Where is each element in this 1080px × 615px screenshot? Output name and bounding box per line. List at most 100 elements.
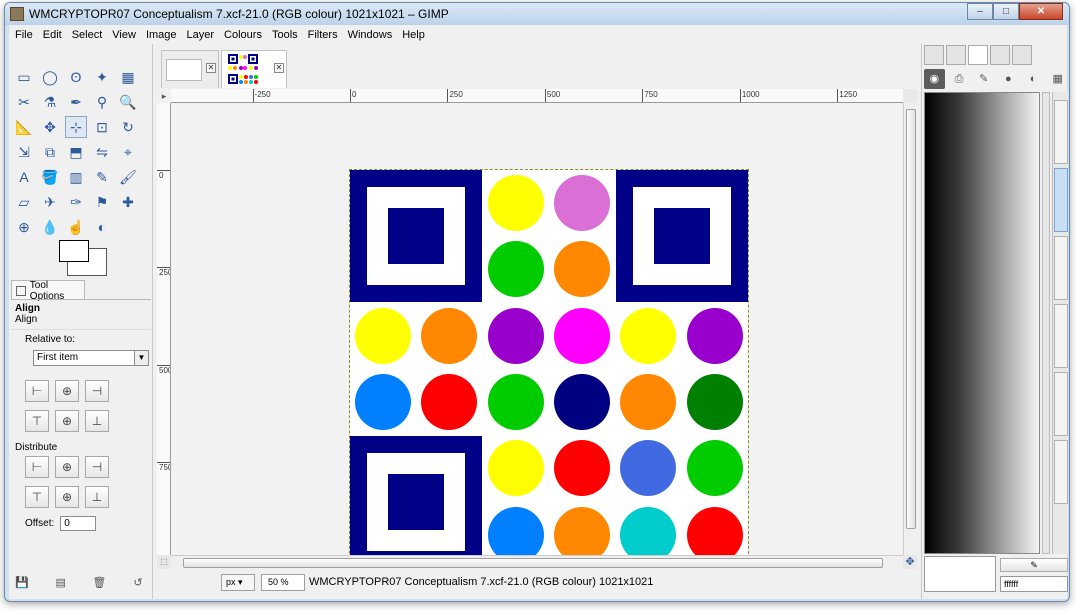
minimize-button[interactable]: – <box>967 3 993 20</box>
perspective-clone-icon[interactable]: ⊕ <box>13 216 35 238</box>
tab-paths[interactable] <box>968 45 988 65</box>
by-colour-select-icon[interactable]: ▦ <box>117 66 139 88</box>
printer-icon[interactable]: ⎙ <box>949 69 970 89</box>
restore-options-icon[interactable]: ▤ <box>54 576 68 590</box>
close-button[interactable]: ✕ <box>1019 3 1063 20</box>
offset-input[interactable]: 0 <box>60 516 97 531</box>
horizontal-scrollbar[interactable] <box>171 555 903 569</box>
rotate-icon[interactable]: ↻ <box>117 116 139 138</box>
bucket-fill-icon[interactable]: 🪣 <box>39 166 61 188</box>
foreground-color-swatch[interactable] <box>59 240 89 262</box>
menu-colours[interactable]: Colours <box>224 29 262 41</box>
hex-colour-input[interactable]: ffffff <box>1000 576 1068 592</box>
free-select-icon[interactable]: ʘ <box>65 66 87 88</box>
palette-icon[interactable]: ● <box>998 69 1019 89</box>
align-icon[interactable]: ⊹ <box>65 116 87 138</box>
navigate-icon[interactable]: ✥ <box>903 555 917 569</box>
maximize-button[interactable]: □ <box>993 3 1019 20</box>
close-tab-icon[interactable]: ✕ <box>206 63 216 73</box>
ink-icon[interactable]: ✑ <box>65 191 87 213</box>
tab-colours[interactable] <box>1012 45 1032 65</box>
align-button-1[interactable]: ⊢ <box>25 380 49 402</box>
fuzzy-select-icon[interactable]: ✦ <box>91 66 113 88</box>
delete-options-icon[interactable]: 🗑 <box>92 576 106 590</box>
align-button-2[interactable]: ⊕ <box>55 380 79 402</box>
tab-undo[interactable] <box>990 45 1010 65</box>
close-tab-icon[interactable]: ✕ <box>274 63 284 73</box>
heal-icon[interactable]: ✚ <box>117 191 139 213</box>
scale-icon[interactable]: ◐ <box>1023 69 1044 89</box>
zoom-select[interactable]: 50 % <box>261 574 305 591</box>
dodge-burn-icon[interactable]: ◐ <box>91 216 113 238</box>
align-button-3[interactable]: ⊥ <box>85 410 109 432</box>
menu-windows[interactable]: Windows <box>348 29 393 41</box>
relative-to-select[interactable]: First item ▼ <box>33 350 149 366</box>
text-icon[interactable]: A <box>13 166 35 188</box>
side-tab-2[interactable] <box>1054 168 1068 232</box>
menu-edit[interactable]: Edit <box>43 29 62 41</box>
move-icon[interactable]: ✥ <box>39 116 61 138</box>
scale-icon[interactable]: ⇲ <box>13 141 35 163</box>
side-tab-6[interactable] <box>1054 440 1068 504</box>
pattern-icon[interactable]: ▦ <box>1047 69 1068 89</box>
side-tab-3[interactable] <box>1054 236 1068 300</box>
horizontal-ruler[interactable]: -250 0 250 500 750 1000 1250 <box>171 89 903 103</box>
colour-picker-icon[interactable]: ⚲ <box>91 91 113 113</box>
align-button-1[interactable]: ⊤ <box>25 410 49 432</box>
menu-image[interactable]: Image <box>146 29 177 41</box>
foreground-select-icon[interactable]: ⚗ <box>39 91 61 113</box>
brush-icon[interactable]: ✎ <box>973 69 994 89</box>
menu-file[interactable]: File <box>15 29 33 41</box>
distribute-button-1[interactable]: ⊢ <box>25 456 49 478</box>
rect-select-icon[interactable]: ▭ <box>13 66 35 88</box>
menu-tools[interactable]: Tools <box>272 29 298 41</box>
distribute-button-2[interactable]: ⊕ <box>55 486 79 508</box>
image-tab-active[interactable]: ✕ <box>221 50 287 88</box>
gradient-scrollbar[interactable] <box>1042 92 1050 554</box>
tab-channels[interactable] <box>946 45 966 65</box>
blur-icon[interactable]: 💧 <box>39 216 61 238</box>
canvas-viewport[interactable] <box>171 103 903 555</box>
image-tab-blank[interactable]: ✕ <box>161 50 219 88</box>
reset-options-icon[interactable]: ↺ <box>131 576 145 590</box>
eraser-icon[interactable]: ▱ <box>13 191 35 213</box>
airbrush-icon[interactable]: ✈ <box>39 191 61 213</box>
image-canvas[interactable] <box>349 169 749 555</box>
perspective-icon[interactable]: ⬒ <box>65 141 87 163</box>
quick-mask-icon[interactable]: ⬚ <box>157 555 171 569</box>
save-options-icon[interactable]: 💾 <box>15 576 29 590</box>
image-menu-arrow-icon[interactable]: ▸ <box>157 89 171 103</box>
zoom-icon[interactable]: 🔍 <box>117 91 139 113</box>
clone-icon[interactable]: ⚑ <box>91 191 113 213</box>
align-button-2[interactable]: ⊕ <box>55 410 79 432</box>
menu-view[interactable]: View <box>112 29 136 41</box>
distribute-button-3[interactable]: ⊣ <box>85 456 109 478</box>
menu-help[interactable]: Help <box>402 29 425 41</box>
scissors-icon[interactable]: ✂ <box>13 91 35 113</box>
shear-icon[interactable]: ⧉ <box>39 141 61 163</box>
menu-layer[interactable]: Layer <box>187 29 215 41</box>
colour-preview[interactable] <box>924 556 996 592</box>
colour-picker-button[interactable]: ✎ <box>1000 558 1068 572</box>
tab-tool-options[interactable]: Tool Options <box>11 280 85 302</box>
align-button-3[interactable]: ⊣ <box>85 380 109 402</box>
distribute-button-3[interactable]: ⊥ <box>85 486 109 508</box>
distribute-button-1[interactable]: ⊤ <box>25 486 49 508</box>
menu-filters[interactable]: Filters <box>308 29 338 41</box>
cage-icon[interactable]: ⌖ <box>117 141 139 163</box>
horizontal-scroll-thumb[interactable] <box>183 558 883 568</box>
measure-icon[interactable]: 📐 <box>13 116 35 138</box>
side-tab-4[interactable] <box>1054 304 1068 368</box>
side-tab-1[interactable] <box>1054 100 1068 164</box>
smudge-icon[interactable]: ☝ <box>65 216 87 238</box>
gimp-mascot-icon[interactable]: ◉ <box>924 69 945 89</box>
vertical-scrollbar[interactable] <box>903 103 917 555</box>
paths-icon[interactable]: ✒ <box>65 91 87 113</box>
pencil-icon[interactable]: ✎ <box>91 166 113 188</box>
blend-icon[interactable]: ▥ <box>65 166 87 188</box>
gradient-preview[interactable] <box>924 92 1040 554</box>
paintbrush-icon[interactable]: 🖌 <box>117 166 139 188</box>
crop-icon[interactable]: ⊡ <box>91 116 113 138</box>
menu-select[interactable]: Select <box>72 29 103 41</box>
vertical-scroll-thumb[interactable] <box>906 109 916 529</box>
